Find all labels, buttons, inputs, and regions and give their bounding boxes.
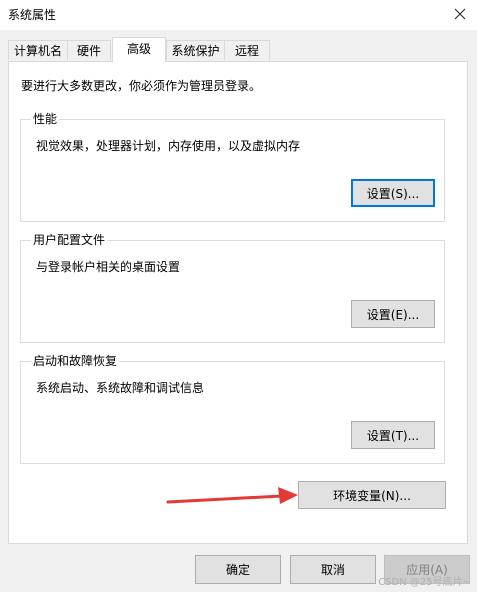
tab-advanced[interactable]: 高级 <box>112 37 166 62</box>
user-profiles-description: 与登录帐户相关的桌面设置 <box>36 260 181 274</box>
startup-recovery-group: 启动和故障恢复 系统启动、系统故障和调试信息 设置(T)... <box>20 353 445 464</box>
close-icon-glyph <box>454 8 466 20</box>
performance-group-title: 性能 <box>31 111 60 127</box>
startup-recovery-description: 系统启动、系统故障和调试信息 <box>36 381 205 395</box>
annotation-arrow-icon <box>166 487 298 504</box>
close-icon[interactable] <box>443 0 477 28</box>
title-bar[interactable]: 系统属性 <box>0 0 477 30</box>
tab-system-protection[interactable]: 系统保护 <box>166 40 225 60</box>
performance-settings-button[interactable]: 设置(S)... <box>351 179 435 207</box>
tab-remote[interactable]: 远程 <box>224 40 270 60</box>
admin-notice: 要进行大多数更改，你必须作为管理员登录。 <box>21 79 262 93</box>
tab-computer-name[interactable]: 计算机名 <box>8 40 68 60</box>
cancel-button[interactable]: 取消 <box>290 555 376 584</box>
ok-button[interactable]: 确定 <box>195 555 281 584</box>
window-title: 系统属性 <box>8 8 57 22</box>
startup-recovery-group-title: 启动和故障恢复 <box>31 353 120 369</box>
user-profiles-settings-button[interactable]: 设置(E)... <box>351 300 435 328</box>
system-properties-window: 系统属性 计算机名 硬件 高级 系统保护 远程 要进行大多数更改，你必须作为管理… <box>0 0 477 592</box>
user-profiles-group-title: 用户配置文件 <box>31 232 108 248</box>
startup-recovery-settings-button[interactable]: 设置(T)... <box>351 421 435 449</box>
user-profiles-group: 用户配置文件 与登录帐户相关的桌面设置 设置(E)... <box>20 232 445 343</box>
performance-group: 性能 视觉效果，处理器计划，内存使用，以及虚拟内存 设置(S)... <box>20 111 445 222</box>
watermark: CSDN @25号底片~ <box>378 577 471 588</box>
performance-description: 视觉效果，处理器计划，内存使用，以及虚拟内存 <box>36 139 301 153</box>
tab-hardware[interactable]: 硬件 <box>67 40 111 60</box>
environment-variables-button[interactable]: 环境变量(N)... <box>298 481 446 509</box>
